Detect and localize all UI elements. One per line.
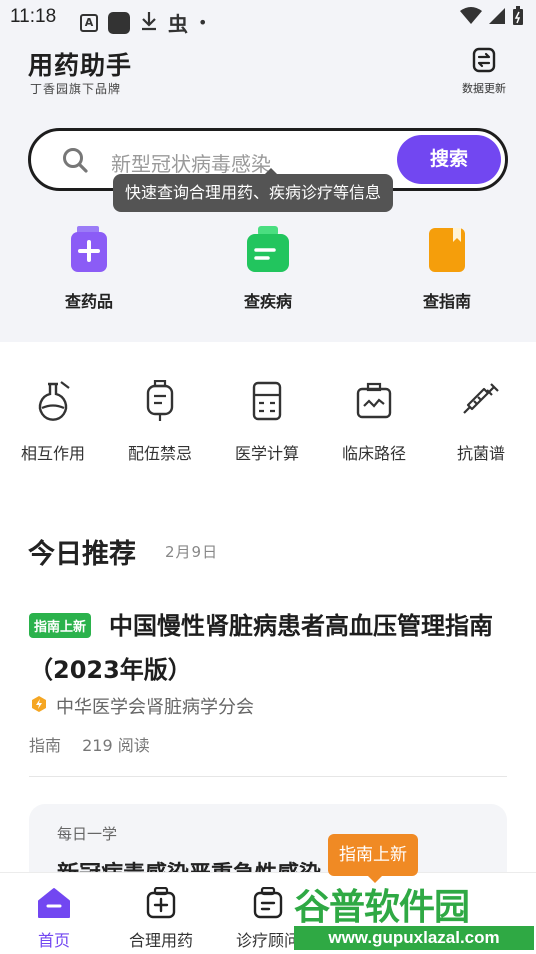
- bug-icon: 虫: [168, 12, 188, 36]
- nav-label: 合理用药: [128, 931, 193, 950]
- flask-icon: [33, 381, 73, 426]
- battery-icon: [512, 6, 524, 30]
- guide-book-icon: [427, 228, 467, 278]
- tool-clinical-path[interactable]: 临床路径: [324, 380, 424, 464]
- tool-compatibility[interactable]: 配伍禁忌: [110, 379, 210, 464]
- quick-entry-label: 查指南: [422, 292, 471, 311]
- article-category: 指南: [29, 736, 62, 755]
- search-button[interactable]: 搜索: [397, 135, 501, 184]
- recommend-date: 2月9日: [165, 543, 219, 561]
- status-time: 11:18: [10, 6, 57, 27]
- article-source-label: 中华医学会肾脏病学分会: [56, 697, 254, 718]
- search-input[interactable]: 新型冠状病毒感染: [111, 148, 271, 177]
- source-badge-icon: [30, 695, 48, 718]
- floating-guide-tag[interactable]: 指南上新: [328, 834, 418, 876]
- search-icon: [61, 146, 89, 178]
- tool-label: 临床路径: [341, 444, 406, 463]
- drug-bottle-icon: [69, 226, 109, 278]
- article-title[interactable]: 中国慢性肾脏病患者高血压管理指南（2023年版）: [29, 604, 504, 692]
- article-meta: 指南 219 阅读: [29, 732, 150, 756]
- tool-antibacterial[interactable]: 抗菌谱: [431, 380, 531, 464]
- watermark-brand: 谷普软件园: [294, 887, 470, 928]
- data-update-label: 数据更新: [462, 82, 506, 95]
- syringe-icon: [461, 383, 501, 426]
- quick-entry-diseases[interactable]: 查疾病: [208, 226, 328, 312]
- status-notifications: A 虫 •: [80, 8, 207, 37]
- tool-label: 抗菌谱: [456, 444, 505, 463]
- watermark-url: www.gupuxlazal.com: [294, 926, 534, 950]
- tool-label: 配伍禁忌: [127, 444, 192, 463]
- clinical-case-icon: [354, 382, 394, 426]
- download-icon: [140, 11, 158, 35]
- article-reads: 219 阅读: [82, 736, 150, 755]
- home-icon: [37, 888, 71, 923]
- tool-medical-calc[interactable]: 医学计算: [217, 380, 317, 464]
- daily-label: 每日一学: [57, 825, 118, 843]
- iv-bag-icon: [140, 379, 180, 426]
- tool-interaction[interactable]: 相互作用: [3, 380, 103, 464]
- tool-label: 相互作用: [20, 444, 85, 463]
- recommend-title: 今日推荐: [28, 539, 136, 570]
- quick-entry-label: 查药品: [64, 292, 113, 311]
- quick-entry-drugs[interactable]: 查药品: [29, 226, 149, 312]
- nav-home[interactable]: 首页: [0, 887, 108, 951]
- divider: [29, 776, 507, 777]
- app-subtitle: 丁香园旗下品牌: [30, 82, 122, 96]
- wifi-icon: [460, 7, 482, 29]
- a-badge-icon: A: [80, 13, 98, 32]
- quick-entry-guides[interactable]: 查指南: [387, 226, 507, 312]
- nav-label: 首页: [37, 931, 70, 950]
- consult-icon: [251, 886, 285, 923]
- watermark: 谷普软件园 www.gupuxlazal.com: [292, 878, 536, 954]
- data-update-icon: [470, 47, 498, 78]
- medical-kit-icon: [246, 226, 290, 278]
- article-badge: 指南上新: [29, 613, 92, 638]
- tool-label: 医学计算: [234, 444, 299, 463]
- status-bar: 11:18 A 虫 •: [0, 0, 536, 36]
- medicine-bag-icon: [144, 886, 178, 923]
- app-title: 用药助手: [28, 51, 133, 80]
- status-indicators: [460, 6, 524, 30]
- signal-icon: [488, 7, 506, 29]
- article-source[interactable]: 中华医学会肾脏病学分会: [30, 693, 254, 719]
- more-dot-icon: •: [198, 13, 208, 32]
- app-notification-icon: [108, 11, 130, 34]
- nav-rational-drug[interactable]: 合理用药: [107, 886, 215, 951]
- data-update-button[interactable]: 数据更新: [456, 46, 512, 96]
- quick-entry-label: 查疾病: [243, 292, 292, 311]
- calculator-icon: [247, 381, 287, 426]
- search-tooltip: 快速查询合理用药、疾病诊疗等信息: [113, 174, 394, 212]
